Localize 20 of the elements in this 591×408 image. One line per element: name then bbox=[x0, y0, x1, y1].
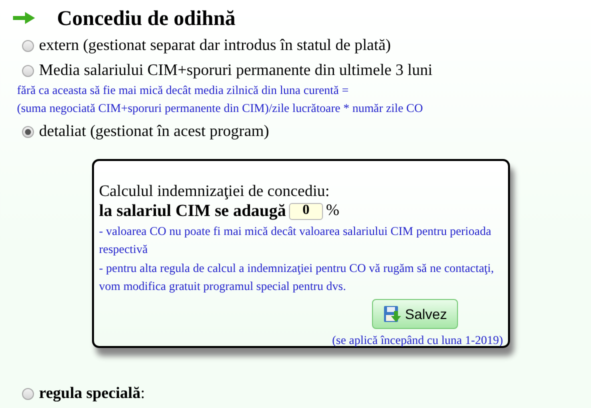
radio-button[interactable] bbox=[22, 126, 34, 138]
option-label: Media salariului CIM+sporuri permanente din ultimele 3 luni bbox=[39, 62, 432, 80]
field-label: la salariul CIM se adaugă bbox=[99, 201, 286, 221]
save-button[interactable]: Salvez bbox=[372, 299, 458, 329]
radio-button[interactable] bbox=[22, 40, 34, 52]
option-label: regula specială: bbox=[39, 385, 145, 403]
panel-heading: Calculul indemnizaţiei de concediu: bbox=[99, 183, 331, 201]
note-text: - valoarea CO nu poate fi mai mică decât valoarea salariului CIM pentru perioada respectivă bbox=[99, 223, 492, 258]
page-title: Concediu de odihnă bbox=[57, 6, 236, 30]
radio-button[interactable] bbox=[22, 65, 34, 77]
note-text: fără ca aceasta să fie mai mică decât media zilnică din luna curentă = bbox=[17, 82, 350, 99]
footnote-text: (se aplică începând cu luna 1-2019) bbox=[331, 333, 503, 348]
unit-label: % bbox=[326, 202, 340, 220]
percent-field[interactable]: 0 bbox=[289, 202, 324, 220]
option-label: detaliat (gestionat în acest program) bbox=[39, 123, 270, 141]
note-text: - pentru alta regula de calcul a indemnizaţiei pentru CO vă rugăm să ne contactaţi, vom modifica gratuit programul special pentru dvs. bbox=[99, 260, 495, 295]
radio-button[interactable] bbox=[22, 388, 34, 400]
note-text: (suma negociată CIM+sporuri permanente din CIM)/zile lucrătoare * număr zile CO bbox=[17, 100, 424, 117]
arrow-icon bbox=[13, 12, 35, 24]
option-label: extern (gestionat separat dar introdus în statul de plată) bbox=[39, 37, 391, 55]
